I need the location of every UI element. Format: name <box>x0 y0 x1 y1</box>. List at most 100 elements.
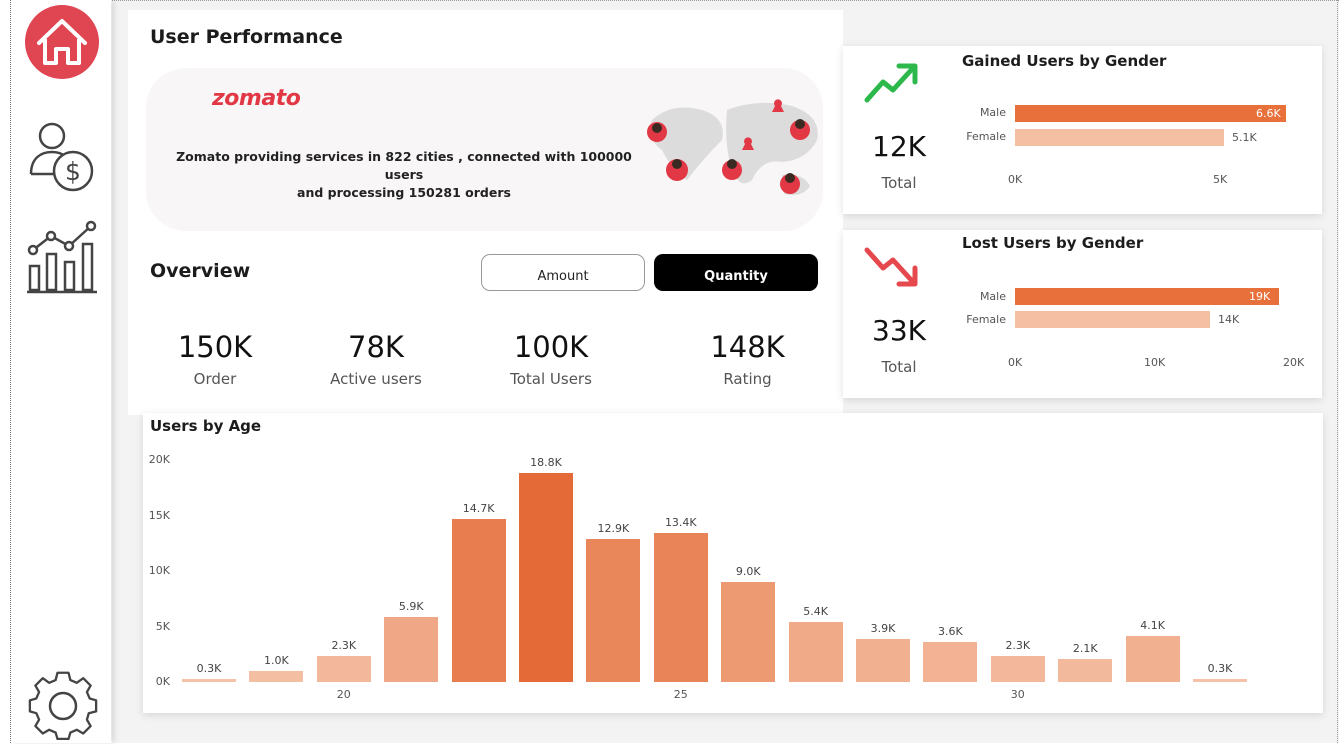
age-bar[interactable] <box>316 656 371 682</box>
gained-total-value: 12K <box>872 130 926 163</box>
age-bar-label: 14.7K <box>462 501 495 515</box>
kpi-active-users: 78K Active users <box>316 330 436 388</box>
age-bar-label: 9.0K <box>735 565 761 579</box>
banner-text: Zomato providing services in 822 cities … <box>160 148 648 202</box>
age-bar-label: 5.9K <box>398 599 424 613</box>
age-bar-label: 5.4K <box>803 605 828 619</box>
age-bar[interactable] <box>788 622 843 682</box>
age-bar[interactable] <box>856 638 910 682</box>
amount-toggle-button[interactable]: Amount <box>481 254 645 291</box>
chart-icon <box>27 220 97 294</box>
kpi-order-value: 150K <box>177 330 253 364</box>
kpi-order-label: Order <box>193 370 237 388</box>
age-bar[interactable] <box>1193 678 1247 682</box>
gained-male-label: Male <box>979 106 1006 119</box>
y-tick-label: 5K <box>155 619 170 633</box>
kpi-order: 150K Order <box>165 330 265 388</box>
trend-up-icon <box>864 63 918 103</box>
kpi-total-users: 100K Total Users <box>491 330 611 388</box>
y-tick-label: 0K <box>155 675 170 688</box>
lost-axis-2: 20K <box>1283 356 1305 369</box>
nav-users-finance-button[interactable]: $ <box>25 118 99 196</box>
age-bar[interactable] <box>721 582 776 682</box>
svg-text:$: $ <box>65 157 81 186</box>
age-bar[interactable] <box>451 518 506 682</box>
gained-male-value: 6.6K <box>1256 107 1281 120</box>
age-bar-label: 4.1K <box>1140 619 1165 633</box>
gained-female-bar <box>1015 129 1224 146</box>
gained-female-label: Female <box>966 130 1006 143</box>
age-bar-label: 2.1K <box>1072 641 1098 655</box>
age-bar-label: 12.9K <box>597 521 630 535</box>
lost-male-label: Male <box>979 290 1006 303</box>
gained-axis-1: 5K <box>1213 173 1228 186</box>
gained-total-label: Total <box>881 174 917 192</box>
nav-home-button[interactable] <box>25 5 99 79</box>
y-tick-label: 15K <box>148 508 170 522</box>
overview-title: Overview <box>150 260 251 282</box>
kpi-total-users-value: 100K <box>513 330 589 364</box>
age-bar-label: 0.3K <box>1207 661 1233 675</box>
user-dollar-icon: $ <box>29 122 94 192</box>
y-tick-label: 20K <box>148 453 170 466</box>
banner-text-line2: and processing 150281 orders <box>297 185 511 200</box>
lost-users-panel: Lost Users by Gender 33K Total Male Fema… <box>843 230 1322 398</box>
age-bar[interactable] <box>519 473 573 682</box>
age-bar[interactable] <box>1058 658 1113 682</box>
age-bar-label: 3.6K <box>938 625 963 639</box>
age-bar[interactable] <box>384 616 439 682</box>
nav-analytics-button[interactable] <box>25 216 101 296</box>
users-by-age-title: Users by Age <box>150 417 262 435</box>
home-icon <box>37 19 87 65</box>
kpi-active-users-label: Active users <box>330 370 422 388</box>
age-bar[interactable] <box>923 642 978 682</box>
age-bar-label: 2.3K <box>331 639 357 653</box>
age-bar-label: 1.0K <box>264 653 289 667</box>
age-bar[interactable] <box>586 538 641 682</box>
lost-female-label: Female <box>966 313 1006 326</box>
lost-total-label: Total <box>881 358 917 376</box>
lost-male-value: 19K <box>1249 290 1271 303</box>
kpi-rating: 148K Rating <box>690 330 805 388</box>
age-bar-label: 2.3K <box>1005 639 1031 653</box>
kpi-rating-label: Rating <box>723 370 772 388</box>
age-bar-label: 13.4K <box>664 516 697 530</box>
zomato-logo: zomato <box>212 86 301 111</box>
lost-total-value: 33K <box>872 314 926 347</box>
gear-icon <box>28 671 98 741</box>
kpi-total-users-label: Total Users <box>510 370 592 388</box>
lost-female-bar <box>1015 311 1210 328</box>
kpi-active-users-value: 78K <box>348 330 404 364</box>
x-tick-label: 25 <box>673 688 688 701</box>
lost-female-value: 14K <box>1218 313 1240 326</box>
trend-down-icon <box>864 247 918 287</box>
x-tick-label: 20 <box>336 688 351 701</box>
lost-male-bar <box>1015 288 1279 305</box>
lost-axis-0: 0K <box>1008 356 1023 369</box>
age-bar[interactable] <box>653 533 708 682</box>
kpi-rating-value: 148K <box>710 330 785 364</box>
age-bar[interactable] <box>182 678 236 682</box>
banner-text-line1: Zomato providing services in 822 cities … <box>176 149 632 182</box>
nav-settings-button[interactable] <box>25 664 101 741</box>
x-tick-label: 30 <box>1010 688 1025 701</box>
gained-users-panel: Gained Users by Gender 12K Total Male Fe… <box>843 46 1322 214</box>
frame-right-border <box>1337 0 1338 743</box>
age-bar[interactable] <box>990 656 1045 682</box>
quantity-toggle-button[interactable]: Quantity <box>654 254 818 291</box>
top-border <box>112 0 1339 1</box>
age-bar[interactable] <box>1125 636 1180 682</box>
gained-female-value: 5.1K <box>1232 131 1257 144</box>
age-bar[interactable] <box>249 670 304 682</box>
y-tick-label: 10K <box>148 564 170 577</box>
world-map-illustration <box>647 99 818 195</box>
gained-axis-0: 0K <box>1008 173 1023 186</box>
age-bar-label: 18.8K <box>530 456 562 470</box>
sidebar: $ <box>11 0 111 743</box>
age-bar-label: 3.9K <box>870 621 896 635</box>
lost-axis-1: 10K <box>1144 356 1166 369</box>
age-bar-label: 0.3K <box>196 661 222 675</box>
page-title: User Performance <box>150 26 343 48</box>
gained-title: Gained Users by Gender <box>962 52 1167 70</box>
gained-male-bar <box>1015 105 1286 122</box>
